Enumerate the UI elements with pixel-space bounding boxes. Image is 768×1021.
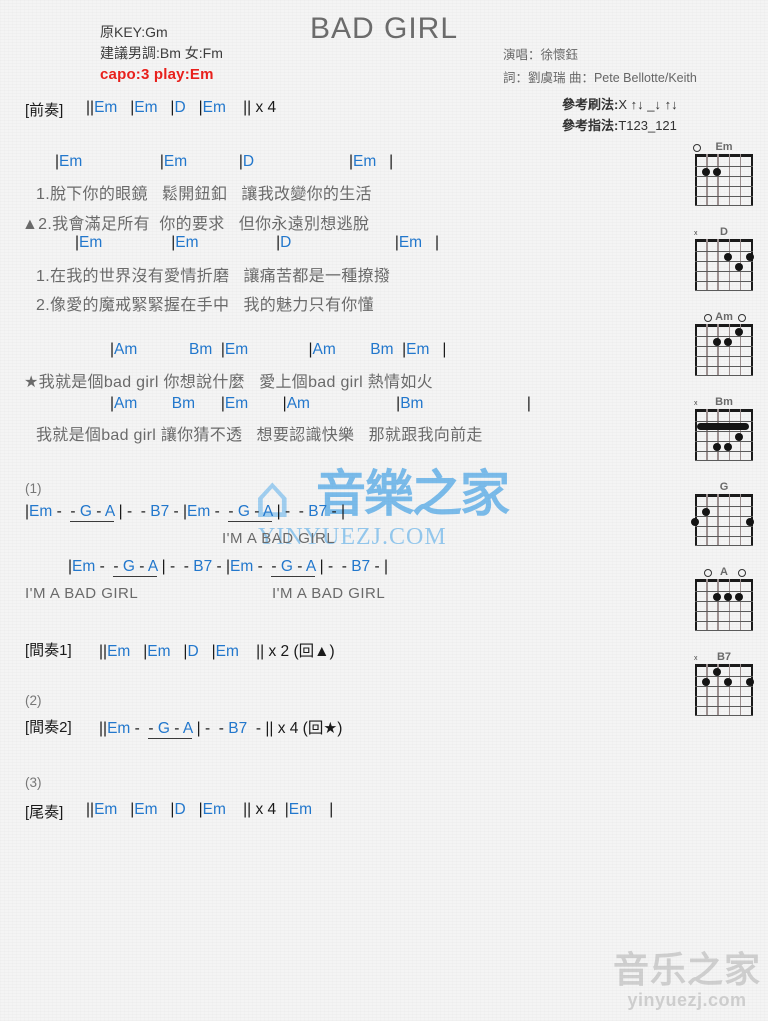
verse1-lyric-line-1: 1.脫下你的眼鏡 鬆開鈕釦 讓我改變你的生活 [36,186,372,203]
fretboard-grid [691,494,754,547]
fretboard-grid [695,569,753,632]
strum-reference: 參考刷法:X ↑↓ _↓ ↑↓ [562,97,678,112]
intro-chord-line: ||Em |Em |D |Em || x 4 [86,99,277,116]
open-string-marker [738,314,746,322]
chord-diagram-em: Em [686,140,762,211]
interlude2-chord-line: ||Em - - G - A | - - B7 - || x 4 (回★) [99,720,343,739]
original-key: 原KEY:Gm [100,24,168,40]
bridge1-chord-line-2: |Em - - G - A | - - B7 - |Em - - G - A |… [68,558,388,577]
finger-dot [702,678,710,686]
finger-dot [724,253,732,261]
bridge1-number: (1) [25,481,42,496]
chord-diagram-label: A [720,566,728,578]
finger-dot [724,338,732,346]
chord-diagram-b7: B7 x [686,650,762,721]
finger-dot [713,668,721,676]
interlude2-section-label: [間奏2] [25,719,72,736]
key-info-block: 原KEY:Gm 建議男調:Bm 女:Fm capo:3 play:Em [100,22,223,85]
finger-dot [713,168,721,176]
finger-dot [724,593,732,601]
suggested-key: 建議男調:Bm 女:Fm [100,45,223,61]
finger-dot [724,678,732,686]
chorus-chord-line-1: |AmooooooBm |Emooooooo|AmooooBm |Em | [110,341,447,358]
finger-dot [735,328,743,336]
chorus-lyric-line-2: 我就是個bad girl 讓你猜不透 想要認識快樂 那就跟我向前走 [36,427,483,444]
chorus-chord-line-2: |AmooooBmooo|Emoooo|Amoooooooooo|Bmooooo… [110,395,531,412]
singer-credit: 演唱：徐懷鈺 [503,48,579,62]
interlude2-number: (2) [25,693,42,708]
finger-dot [691,518,699,526]
fretboard-grid: x [694,655,754,717]
fretboard-grid: x [694,230,754,292]
writer-credit: 詞：劉虞瑞 曲：Pete Bellotte/Keith [503,71,697,85]
finger-dot [746,518,754,526]
outro-chord-line: ||Em |Em |D |Em || x 4 |Em | [86,801,334,818]
fretboard-grid [693,144,753,207]
finger-dot [702,168,710,176]
bridge1-chord-line-1: |Em - - G - A | - - B7 - |Em - - G - A |… [25,503,345,522]
chord-diagram-column: Em D x Am Bm x G A B7 x [686,140,762,735]
barre-bar [697,423,749,430]
chord-diagram-a: A [686,565,762,636]
verse1-chord-line-2: |Emoooooooo|Emooooooooo|Doooooooooooo|Em… [75,234,440,251]
muted-string-marker: x [694,230,698,237]
outro-section-label: [尾奏] [25,804,64,821]
chord-diagram-am: Am [686,310,762,381]
sheet-content: BAD GIRL 原KEY:Gm 建議男調:Bm 女:Fm capo:3 pla… [0,0,768,1021]
chord-diagram-d: D x [686,225,762,296]
chord-diagram-label: G [719,481,729,493]
bridge1-english-mid: I'M A BAD GIRL [222,530,336,547]
verse1-lyric-line-4: 2.像愛的魔戒緊緊握在手中 我的魅力只有你懂 [36,297,374,314]
outro-number: (3) [25,775,42,790]
open-string-marker [693,144,701,152]
fingering-reference: 參考指法:T123_121 [562,118,677,133]
chord-diagram-g: G [686,480,762,551]
finger-dot [746,253,754,261]
chorus-lyric-line-1: ★我就是個bad girl 你想說什麼 愛上個bad girl 熱情如火 [24,374,433,391]
intro-section-label: [前奏] [25,102,64,119]
open-string-marker [704,569,712,577]
chord-diagram-bm: Bm x [686,395,762,466]
finger-dot [702,508,710,516]
fretboard-grid [695,314,753,377]
verse1-chord-line-1: |Emooooooooo|Emoooooo|Dooooooooooo|Em | [55,153,394,170]
fretboard-grid: x [694,400,753,462]
interlude1-chord-line: ||Em |Em |D |Em || x 2 (回▲) [99,643,335,660]
finger-dot [735,433,743,441]
finger-dot [713,338,721,346]
finger-dot [713,443,721,451]
bridge1-english-right: I'M A BAD GIRL [272,585,386,602]
finger-dot [735,263,743,271]
reference-block: 參考刷法:X ↑↓ _↓ ↑↓ 參考指法:T123_121 [562,94,678,136]
credits-block: 演唱：徐懷鈺 詞：劉虞瑞 曲：Pete Bellotte/Keith [503,44,697,90]
bridge1-english-left: I'M A BAD GIRL [25,585,139,602]
finger-dot [713,593,721,601]
open-string-marker [738,569,746,577]
open-string-marker [704,314,712,322]
interlude1-section-label: [間奏1] [25,642,72,659]
finger-dot [746,678,754,686]
muted-string-marker: x [694,400,698,407]
finger-dot [724,443,732,451]
chord-diagram-label: Am [715,311,733,323]
capo-info: capo:3 play:Em [100,66,214,83]
verse1-lyric-line-3: 1.在我的世界沒有愛情折磨 讓痛苦都是一種撩撥 [36,268,391,285]
finger-dot [735,593,743,601]
verse1-lyric-line-2: ▲2.我會滿足所有 你的要求 但你永遠別想逃脫 [22,216,370,233]
muted-string-marker: x [694,655,698,662]
